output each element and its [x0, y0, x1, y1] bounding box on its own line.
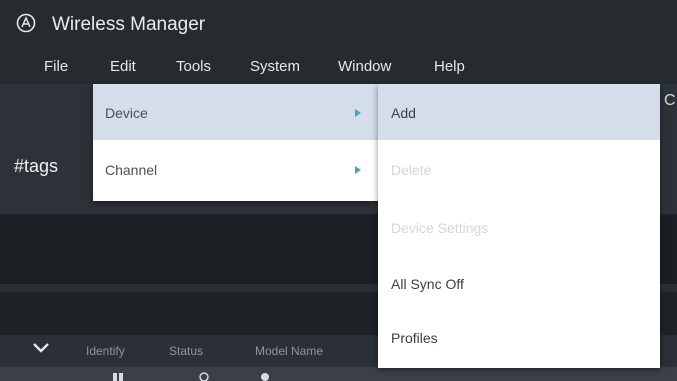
- submenu-item-add-label: Add: [391, 105, 416, 121]
- submenu-item-profiles[interactable]: Profiles: [378, 312, 660, 368]
- gear-icon[interactable]: [259, 369, 271, 381]
- tags-label[interactable]: #tags: [14, 156, 58, 177]
- menu-item-channel[interactable]: Channel: [93, 140, 379, 201]
- menu-file[interactable]: File: [44, 58, 68, 75]
- submenu-item-device-settings-label: Device Settings: [391, 220, 489, 236]
- edit-menu-dropdown: Device Channel: [93, 84, 379, 201]
- submenu-arrow-icon: [355, 109, 361, 117]
- submenu-item-all-sync-off-label: All Sync Off: [391, 276, 464, 292]
- submenu-arrow-icon: [355, 166, 361, 174]
- search-icon[interactable]: [198, 369, 210, 381]
- submenu-item-add[interactable]: Add: [378, 84, 660, 140]
- menu-tools[interactable]: Tools: [176, 58, 211, 75]
- menu-window[interactable]: Window: [338, 58, 391, 75]
- app-logo-icon: [16, 13, 36, 33]
- submenu-item-delete: Delete: [378, 140, 660, 198]
- device-submenu: Add Delete Device Settings All Sync Off …: [378, 84, 660, 368]
- window-title: Wireless Manager: [52, 14, 206, 35]
- menu-system[interactable]: System: [250, 58, 300, 75]
- submenu-item-delete-label: Delete: [391, 162, 432, 178]
- menu-bar: File Edit Tools System Window Help: [0, 50, 677, 84]
- submenu-item-profiles-label: Profiles: [391, 330, 438, 346]
- clipped-glyph: C: [664, 92, 676, 109]
- menu-help[interactable]: Help: [434, 58, 465, 75]
- bottom-toolbar: [0, 367, 677, 381]
- column-header-status[interactable]: Status: [169, 344, 203, 358]
- submenu-item-device-settings: Device Settings: [378, 198, 660, 256]
- menu-item-device-label: Device: [105, 105, 148, 121]
- menu-edit[interactable]: Edit: [110, 58, 136, 75]
- column-header-identify[interactable]: Identify: [86, 344, 125, 358]
- grid-icon[interactable]: [112, 369, 124, 381]
- chevron-down-icon[interactable]: [31, 340, 51, 356]
- menu-item-channel-label: Channel: [105, 162, 158, 178]
- submenu-item-all-sync-off[interactable]: All Sync Off: [378, 256, 660, 312]
- title-bar: Wireless Manager: [0, 0, 677, 50]
- column-header-model-name[interactable]: Model Name: [255, 344, 323, 358]
- menu-item-device[interactable]: Device: [93, 84, 379, 140]
